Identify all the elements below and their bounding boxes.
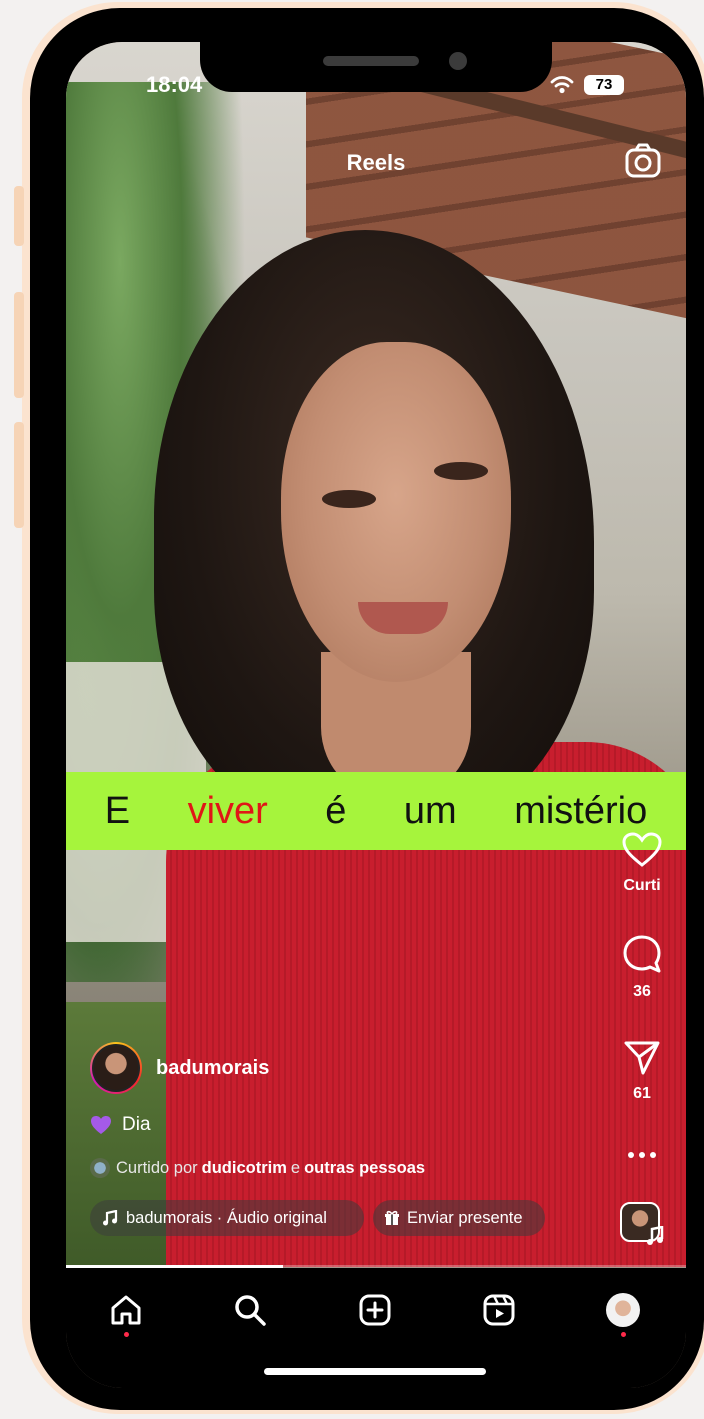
volume-up-button: [14, 292, 24, 398]
subtitle-word: mistério: [514, 789, 648, 832]
page-title: Reels: [346, 150, 406, 175]
caption-text: Dia: [122, 1114, 151, 1135]
subtitle-word: E: [104, 789, 131, 832]
subtitle-bar: E viver é um mistério: [66, 772, 686, 850]
send-icon: [624, 1041, 660, 1075]
battery-indicator: 73: [584, 75, 624, 95]
gift-icon: [385, 1210, 399, 1225]
liked-user[interactable]: dudicotrim: [202, 1159, 287, 1178]
liked-suffix: e: [290, 1158, 301, 1177]
notification-dot: [124, 1332, 129, 1337]
wifi-icon: [550, 76, 574, 94]
volume-down-button: [14, 422, 24, 528]
comment-icon: [623, 935, 661, 973]
notification-dot: [621, 1332, 626, 1337]
home-indicator[interactable]: [264, 1368, 486, 1375]
nav-reels[interactable]: [471, 1282, 527, 1338]
camera-icon[interactable]: [624, 142, 662, 180]
front-camera: [449, 52, 467, 70]
reels-icon: [483, 1294, 515, 1326]
like-label: Curti: [623, 877, 661, 894]
reels-screen: E viver é um mistério Reels Curti 36 61: [66, 42, 686, 1388]
liked-others[interactable]: outras pessoas: [304, 1159, 425, 1178]
author-avatar[interactable]: [90, 1042, 142, 1094]
like-button[interactable]: Curti: [614, 832, 670, 895]
speaker: [323, 56, 419, 66]
mute-switch: [14, 186, 24, 246]
liked-prefix: Curtido por: [116, 1158, 198, 1177]
liked-by-row[interactable]: Curtido por dudicotrim e outras pessoas: [90, 1158, 429, 1178]
shares-count: 61: [633, 1085, 651, 1102]
send-gift-button[interactable]: Enviar presente: [373, 1200, 545, 1236]
share-button[interactable]: 61: [614, 1040, 670, 1103]
subtitle-word: é: [325, 789, 347, 832]
purple-heart-icon: [91, 1116, 111, 1134]
gift-label: Enviar presente: [407, 1208, 523, 1227]
profile-avatar: [606, 1293, 640, 1327]
subtitle-word-highlight: viver: [187, 789, 268, 832]
author-row[interactable]: badumorais: [90, 1042, 269, 1094]
nav-search[interactable]: [222, 1282, 278, 1338]
post-caption[interactable]: Dia: [90, 1114, 151, 1136]
music-note-icon: [103, 1210, 118, 1226]
author-name[interactable]: badumorais: [156, 1057, 269, 1080]
music-note-icon: [647, 1226, 664, 1245]
more-icon: [628, 1152, 656, 1158]
audio-label: badumorais · Áudio original: [126, 1208, 327, 1227]
more-button[interactable]: [614, 1146, 670, 1164]
comment-button[interactable]: 36: [614, 934, 670, 1001]
audio-pill[interactable]: badumorais · Áudio original: [90, 1200, 364, 1236]
notch: [200, 42, 552, 92]
search-icon: [235, 1295, 266, 1326]
nav-profile[interactable]: [595, 1282, 651, 1338]
heart-icon: [622, 832, 662, 867]
create-icon: [359, 1294, 391, 1326]
liker-avatar: [90, 1158, 110, 1178]
home-icon: [111, 1295, 141, 1325]
subtitle-word: um: [403, 789, 457, 832]
comments-count: 36: [633, 983, 651, 1000]
nav-create[interactable]: [347, 1282, 403, 1338]
status-time: 18:04: [146, 72, 203, 97]
nav-home[interactable]: [98, 1282, 154, 1338]
